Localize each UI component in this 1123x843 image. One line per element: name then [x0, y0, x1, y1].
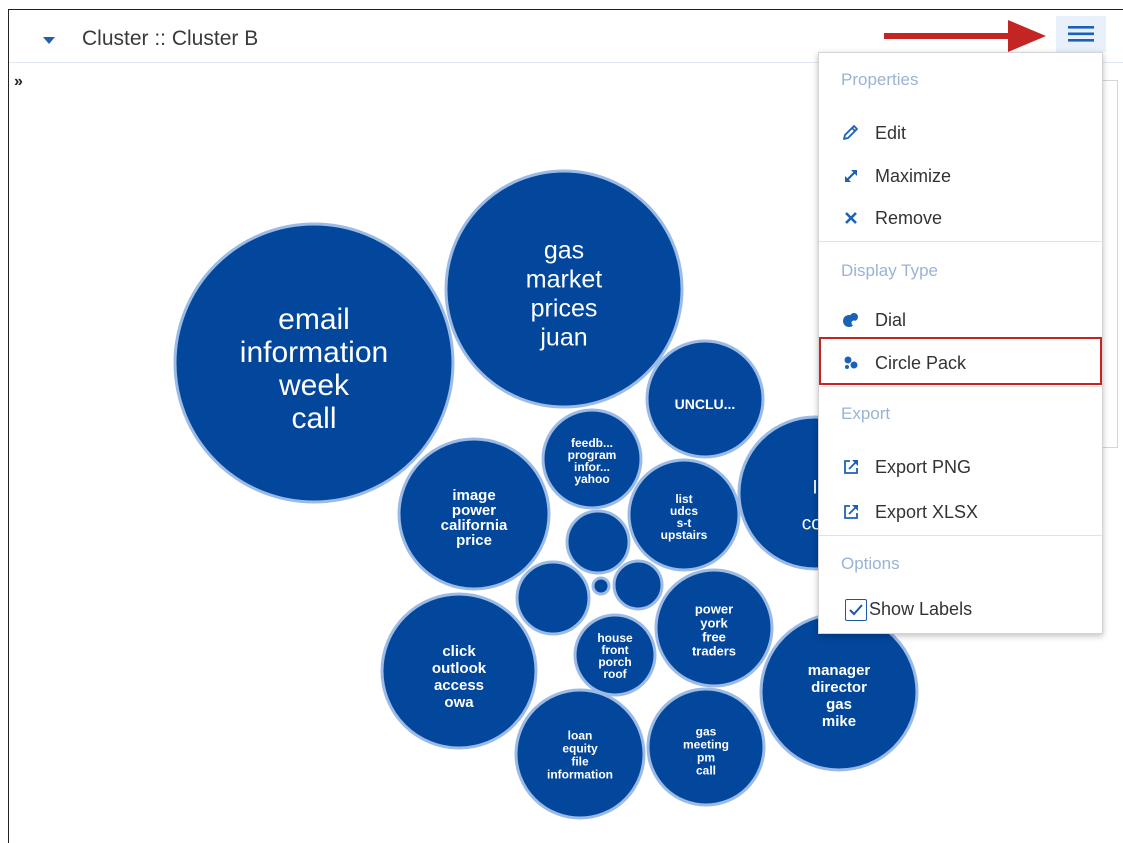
cluster-label-word: power	[695, 602, 733, 617]
cluster-bubble[interactable]	[515, 560, 591, 636]
cluster-bubble[interactable]: power york free traders	[654, 568, 774, 688]
panel-options-menu: Properties Edit Maximize Remove Display …	[818, 52, 1103, 634]
cluster-label-word: gas	[544, 236, 584, 264]
cluster-bubble[interactable]	[565, 509, 631, 575]
cluster-label: UNCLU...	[675, 396, 736, 412]
cluster-bubble[interactable]	[591, 576, 611, 596]
cluster-label-word: I	[812, 478, 817, 499]
cluster-label-word: access	[434, 677, 484, 694]
cluster-bubble[interactable]: feedb... program infor... yahoo	[541, 408, 643, 510]
cluster-label-word: price	[456, 532, 492, 549]
cluster-bubble[interactable]	[612, 559, 664, 611]
cluster-label-word: yahoo	[574, 472, 609, 486]
menu-item-label: Dial	[875, 310, 907, 330]
close-icon	[845, 212, 857, 224]
cluster-label-word: click	[442, 643, 476, 660]
cluster-bubble[interactable]: UNCLU...	[645, 339, 765, 459]
cluster-label-word: outlook	[432, 660, 487, 677]
menu-item-label: Export PNG	[875, 457, 972, 477]
menu-item-label: Maximize	[875, 166, 952, 186]
cluster-bubble[interactable]: loan equity file information	[514, 688, 646, 820]
menu-item-dial[interactable]: Dial	[819, 300, 1102, 340]
cluster-label-word: UNCLU...	[675, 396, 736, 412]
cluster-label-word: upstairs	[661, 528, 708, 542]
pencil-icon	[843, 125, 858, 140]
menu-section-export: Export	[841, 404, 891, 423]
cluster-bubble[interactable]: list udcs s-t upstairs	[627, 458, 741, 572]
menu-section-properties: Properties	[841, 70, 919, 89]
menu-item-label: Remove	[875, 208, 943, 228]
selected-highlight-box	[819, 337, 1102, 385]
menu-item-edit[interactable]: Edit	[819, 113, 1102, 153]
cluster-label-word: gas	[826, 696, 852, 713]
cluster-label-word: file	[571, 755, 589, 769]
cluster-label-word: free	[702, 630, 726, 645]
dial-icon	[843, 313, 858, 327]
cluster-circle[interactable]	[612, 559, 664, 611]
menu-section-options: Options	[841, 554, 900, 573]
menu-item-label: Edit	[875, 123, 907, 143]
cluster-label-word: owa	[444, 694, 474, 711]
menu-section-display-type: Display Type	[841, 261, 939, 280]
cluster-label-word: pm	[697, 751, 715, 765]
cluster-bubble[interactable]: gas market prices juan	[444, 169, 684, 409]
menu-divider	[819, 386, 1102, 387]
menu-divider	[819, 535, 1102, 536]
cluster-bubble[interactable]: gas meeting pm call	[646, 687, 766, 807]
menu-divider	[819, 241, 1102, 242]
cluster-label-word: york	[700, 616, 728, 631]
cluster-label-word: equity	[562, 742, 598, 756]
cluster-bubble[interactable]: image power california price	[397, 437, 551, 591]
menu-item-maximize[interactable]: Maximize	[819, 156, 1102, 196]
cluster-label-word: week	[278, 369, 350, 402]
cluster-label-word: call	[696, 764, 716, 778]
cluster-label-word: roof	[603, 667, 627, 681]
cluster-bubble[interactable]: manager director gas mike	[759, 612, 919, 772]
cluster-circle[interactable]	[515, 560, 591, 636]
cluster-label-word: mike	[822, 713, 856, 730]
menu-item-export-xlsx[interactable]: Export XLSX	[819, 492, 1102, 532]
cluster-bubble[interactable]: email information week call	[173, 222, 455, 504]
show-labels-checkbox[interactable]	[845, 599, 867, 621]
maximize-icon	[845, 170, 857, 182]
cluster-circle[interactable]	[565, 509, 631, 575]
cluster-label-word: information	[240, 336, 388, 369]
cluster-label: feedb... program infor... yahoo	[568, 436, 617, 486]
cluster-bubble[interactable]: house front porch roof	[573, 613, 657, 697]
show-labels-label[interactable]: Show Labels	[869, 599, 972, 620]
cluster-label-word: meeting	[683, 738, 729, 752]
cluster-label-word: juan	[539, 323, 587, 351]
cluster-label-word: market	[526, 265, 602, 293]
cluster-label-word: gas	[696, 725, 717, 739]
cluster-circle[interactable]	[591, 576, 611, 596]
cluster-label-word: director	[811, 679, 867, 696]
menu-item-remove[interactable]: Remove	[819, 198, 1102, 238]
export-icon	[844, 505, 858, 519]
cluster-bubble[interactable]: click outlook access owa	[380, 592, 538, 750]
cluster-label-word: information	[547, 768, 613, 782]
menu-item-label: Export XLSX	[875, 502, 979, 522]
cluster-label-word: loan	[568, 729, 593, 743]
checkmark-icon	[849, 604, 863, 616]
export-icon	[844, 460, 858, 474]
cluster-label-word: prices	[531, 294, 598, 322]
menu-item-export-png[interactable]: Export PNG	[819, 447, 1102, 487]
cluster-label-word: manager	[808, 662, 871, 679]
cluster-label-word: call	[291, 402, 336, 435]
cluster-label-word: traders	[692, 644, 736, 659]
cluster-label-word: email	[278, 303, 350, 336]
